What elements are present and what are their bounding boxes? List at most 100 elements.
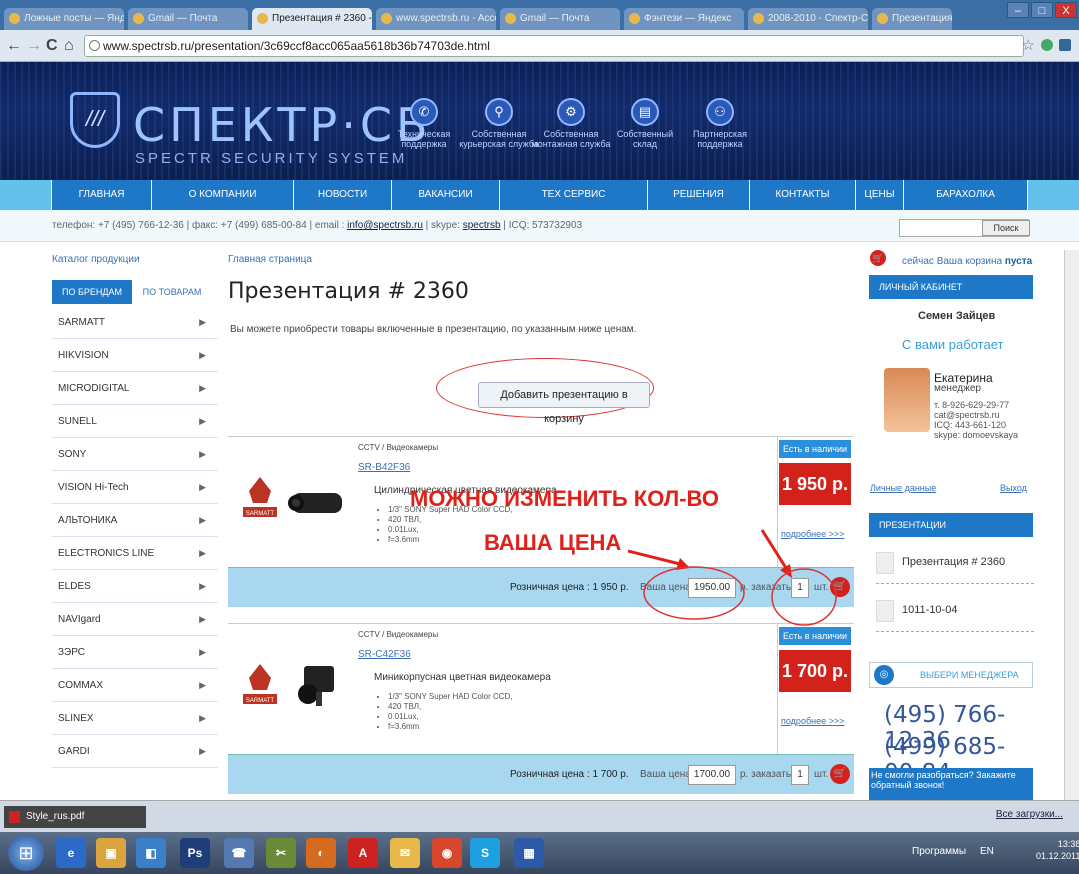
camera-image[interactable] xyxy=(286,660,346,708)
in-stock-badge: Есть в наличии xyxy=(779,440,851,458)
back-arrow-icon[interactable]: ← xyxy=(6,37,22,55)
brand-item[interactable]: ELDES ▶ xyxy=(52,570,218,603)
chrome-icon[interactable]: ◉ xyxy=(432,838,462,868)
tray-programs[interactable]: Программы xyxy=(912,846,966,857)
media-icon[interactable]: ◧ xyxy=(136,838,166,868)
all-downloads-link[interactable]: Все загрузки... xyxy=(996,809,1063,820)
product-sku-link[interactable]: SR-B42F36 xyxy=(358,462,410,473)
tab-by-brand[interactable]: ПО БРЕНДАМ xyxy=(52,280,132,304)
logout-link[interactable]: Выход xyxy=(1000,483,1027,493)
brand-item[interactable]: SONY ▶ xyxy=(52,438,218,471)
menu-item-home[interactable]: ГЛАВНАЯ xyxy=(52,180,152,210)
quantity-input[interactable]: 1 xyxy=(791,578,809,598)
brand-item[interactable]: ELECTRONICS LINE ▶ xyxy=(52,537,218,570)
tool-icon[interactable]: ✂ xyxy=(266,838,296,868)
banner-link-courier[interactable]: ⚲ Собственная курьерская служба xyxy=(459,98,539,149)
browser-tab[interactable]: 2008-2010 - Спектр-СБ xyxy=(748,8,868,30)
banner-link-partner[interactable]: ⚇ Партнерская поддержка xyxy=(693,98,747,149)
presentation-item[interactable]: Презентация # 2360 xyxy=(876,548,1034,584)
bookmark-star-icon[interactable]: ☆ xyxy=(1022,36,1035,54)
shield-logo-icon[interactable]: /// xyxy=(70,92,120,148)
brand-item[interactable]: SLINEX ▶ xyxy=(52,702,218,735)
menu-item-about[interactable]: О КОМПАНИИ xyxy=(152,180,294,210)
extension-icon[interactable] xyxy=(1059,39,1071,51)
start-button-icon[interactable]: ⊞ xyxy=(8,835,44,871)
url-input[interactable]: www.spectrsb.ru/presentation/3c69ccf8acc… xyxy=(84,35,1024,57)
contact-email-link[interactable]: info@spectrsb.ru xyxy=(347,220,423,231)
browser-tab-active[interactable]: Презентация # 2360 - Спектр xyxy=(252,8,372,30)
camera-image[interactable] xyxy=(286,485,346,521)
word-icon[interactable]: ▦ xyxy=(514,838,544,868)
browser-tab[interactable]: www.spectrsb.ru - Accou xyxy=(376,8,496,30)
skype-icon[interactable]: S xyxy=(470,838,500,868)
more-link[interactable]: подробнее >>> xyxy=(781,529,844,539)
your-price-input[interactable]: 1950.00 xyxy=(688,578,736,598)
callback-banner[interactable]: Не смогли разобраться? Закажите обратный… xyxy=(869,768,1033,802)
scrollbar[interactable] xyxy=(1064,250,1079,800)
add-presentation-to-cart-button[interactable]: Добавить презентацию в корзину xyxy=(478,382,650,425)
breadcrumb[interactable]: Главная страница xyxy=(228,254,312,265)
maximize-button[interactable]: □ xyxy=(1031,2,1053,18)
acrobat-icon[interactable]: A xyxy=(348,838,378,868)
photoshop-icon[interactable]: Ps xyxy=(180,838,210,868)
banner-link-warehouse[interactable]: ▤ Собственный склад xyxy=(617,98,673,149)
brand-item[interactable]: COMMAX ▶ xyxy=(52,669,218,702)
tray-clock[interactable]: 13:38 01.12.2011 xyxy=(1036,838,1079,862)
brand-item[interactable]: ЗЭРС ▶ xyxy=(52,636,218,669)
menu-item-prices[interactable]: ЦЕНЫ xyxy=(856,180,904,210)
more-link[interactable]: подробнее >>> xyxy=(781,716,844,726)
home-icon[interactable]: ⌂ xyxy=(64,37,74,55)
brand-item[interactable]: MICRODIGITAL ▶ xyxy=(52,372,218,405)
browser-tab[interactable]: Фэнтези — Яндекс xyxy=(624,8,744,30)
retail-price: Розничная цена : 1 950 р. xyxy=(510,582,629,593)
close-button[interactable]: X xyxy=(1055,2,1077,18)
mail-icon[interactable]: ✉ xyxy=(390,838,420,868)
tab-by-product[interactable]: ПО ТОВАРАМ xyxy=(132,280,212,304)
brand-item[interactable]: HIKVISION ▶ xyxy=(52,339,218,372)
cart-icon[interactable]: 🛒 xyxy=(830,577,850,597)
explorer-icon[interactable]: ▣ xyxy=(96,838,126,868)
menu-item-flea[interactable]: БАРАХОЛКА xyxy=(904,180,1028,210)
user-name: Семен Зайцев xyxy=(918,310,996,322)
your-price-input[interactable]: 1700.00 xyxy=(688,765,736,785)
contact-skype-link[interactable]: spectrsb xyxy=(463,220,501,231)
banner-link-support[interactable]: ✆ Техническая поддержка xyxy=(398,98,450,149)
browser-tab[interactable]: Презентация # 2360 xyxy=(872,8,952,30)
presentation-item[interactable]: 1011-10-04 xyxy=(876,596,1034,632)
reload-icon[interactable]: C xyxy=(46,37,58,55)
minimize-button[interactable]: – xyxy=(1007,2,1029,18)
menu-item-solutions[interactable]: РЕШЕНИЯ xyxy=(648,180,750,210)
choose-manager-button[interactable]: ◎ ВЫБЕРИ МЕНЕДЖЕРА xyxy=(869,662,1033,688)
brand-item[interactable]: АЛЬТОНИКА ▶ xyxy=(52,504,218,537)
support-icon: ✆ xyxy=(410,98,438,126)
messenger-icon[interactable]: ☎ xyxy=(224,838,254,868)
cart-icon[interactable]: 🛒 xyxy=(870,250,886,266)
search-button[interactable]: Поиск xyxy=(982,220,1030,236)
ie-icon[interactable]: e xyxy=(56,838,86,868)
cart-status[interactable]: сейчас Ваша корзина пуста xyxy=(902,256,1032,267)
brand-item[interactable]: NAVIgard ▶ xyxy=(52,603,218,636)
brand-item[interactable]: GARDI ▶ xyxy=(52,735,218,768)
menu-item-vacancies[interactable]: ВАКАНСИИ xyxy=(392,180,500,210)
browser-tab[interactable]: Ложные посты — Яндекс xyxy=(4,8,124,30)
brand-item[interactable]: SARMATT ▶ xyxy=(52,306,218,339)
brand-item[interactable]: SUNELL ▶ xyxy=(52,405,218,438)
cart-icon[interactable]: 🛒 xyxy=(830,764,850,784)
browser-tab[interactable]: Gmail — Почта xyxy=(500,8,620,30)
browser-tab[interactable]: Gmail — Почта xyxy=(128,8,248,30)
menu-item-service[interactable]: ТЕХ СЕРВИС xyxy=(500,180,648,210)
download-item[interactable]: Style_rus.pdf xyxy=(4,806,146,828)
menu-item-news[interactable]: НОВОСТИ xyxy=(294,180,392,210)
product-sku-link[interactable]: SR-C42F36 xyxy=(358,649,411,660)
arrow-right-icon: ▶ xyxy=(199,614,206,624)
extension-icon[interactable] xyxy=(1041,39,1053,51)
personal-data-link[interactable]: Личные данные xyxy=(870,483,936,493)
firefox-icon[interactable]: ◐ xyxy=(306,838,336,868)
banner-link-installation[interactable]: ⚙ Собственная монтажная служба xyxy=(532,98,611,149)
brand-item[interactable]: VISION Hi-Tech ▶ xyxy=(52,471,218,504)
tray-language[interactable]: EN xyxy=(980,846,994,857)
menu-item-contacts[interactable]: КОНТАКТЫ xyxy=(750,180,856,210)
quantity-input[interactable]: 1 xyxy=(791,765,809,785)
forward-arrow-icon[interactable]: → xyxy=(26,37,42,55)
catalog-title[interactable]: Каталог продукции xyxy=(52,254,140,265)
